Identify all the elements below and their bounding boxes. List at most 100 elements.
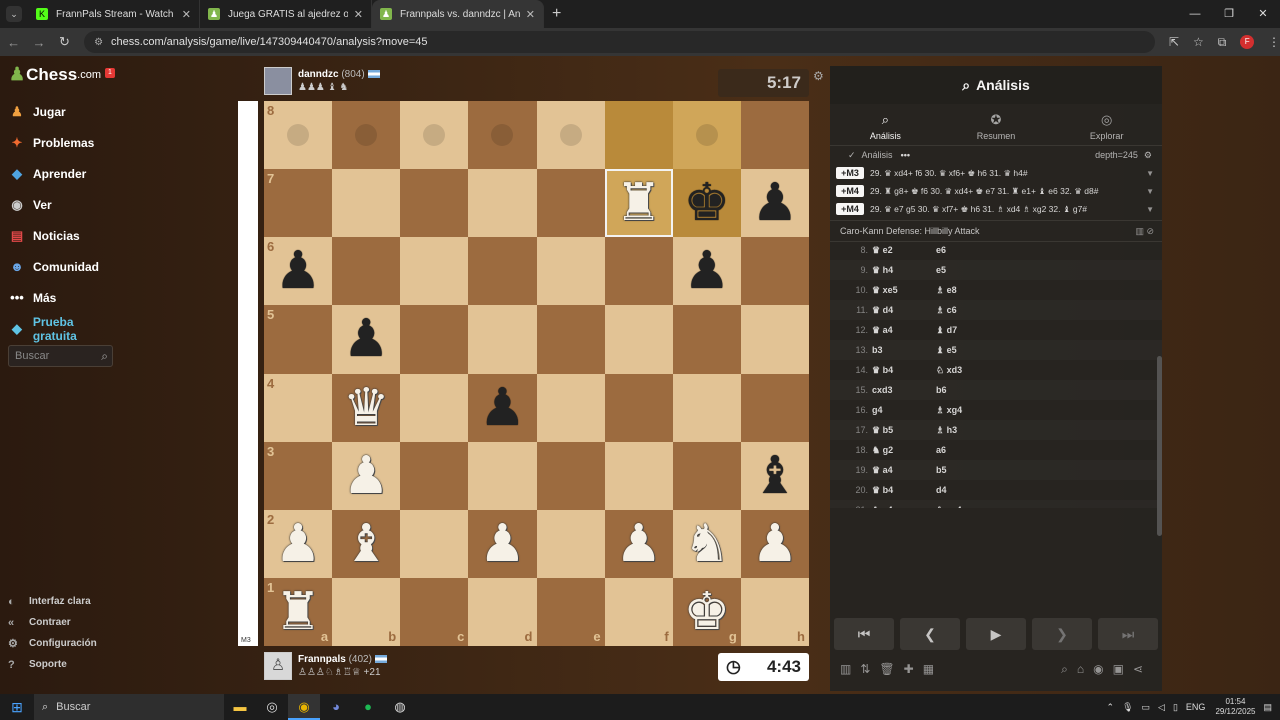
square-b2[interactable]: ♝: [332, 509, 401, 578]
chart-icon[interactable]: ▥: [840, 662, 851, 676]
square-a7[interactable]: 7: [264, 169, 333, 238]
move-hint-dot[interactable]: [355, 124, 378, 147]
square-d4[interactable]: ♟: [468, 373, 537, 442]
white-move[interactable]: g4: [872, 405, 936, 415]
clock[interactable]: 01:54 29/12/2025: [1215, 697, 1255, 717]
square-c5[interactable]: [400, 305, 469, 374]
move-hint-dot[interactable]: [695, 124, 718, 147]
chevron-up-icon[interactable]: ⌃: [1107, 702, 1115, 713]
square-g5[interactable]: [672, 305, 741, 374]
url-field[interactable]: ⚙ chess.com/analysis/game/live/147309440…: [84, 31, 1155, 53]
spotify-icon[interactable]: ●: [352, 694, 384, 720]
tab-analisis[interactable]: ⌕ Análisis: [830, 104, 941, 145]
chess-logo[interactable]: ♟ Chess .com: [9, 64, 101, 85]
square-b3[interactable]: ♟: [332, 441, 401, 510]
white-knight-icon[interactable]: ♞: [684, 518, 731, 570]
square-a6[interactable]: 6 ♟: [264, 237, 333, 306]
add-icon[interactable]: ✚: [904, 662, 914, 676]
white-move[interactable]: ♛ b4: [872, 485, 936, 496]
white-move[interactable]: ♛ h4: [872, 265, 936, 276]
white-bishop-icon[interactable]: ♝: [343, 518, 390, 570]
white-move[interactable]: ♛ a4: [872, 325, 936, 336]
square-g1[interactable]: g ♚: [672, 577, 741, 646]
install-icon[interactable]: ⇱: [1169, 35, 1179, 49]
square-e4[interactable]: [536, 373, 605, 442]
coach-icon[interactable]: ◉: [1093, 662, 1103, 676]
menu-dots-icon[interactable]: ⋮: [1268, 35, 1280, 49]
square-d8[interactable]: [468, 101, 537, 170]
chess-board[interactable]: 8 7 ♜ ♚ ♟ 6 ♟ ♟ 5 ♟ 4 ♛ ♟ 3 ♟ ♝ 2 ♟ ♝ ♟ ♟ ♞ ♟ 1 a ♜ b c d e f g ♚ h: [264, 101, 809, 646]
engine-line[interactable]: +M4 29. ♛ e7 g5 30. ♛ xf7+ ♚ h6 31. ♗ xd4…: [830, 200, 1162, 218]
white-move[interactable]: ♛ b5: [872, 425, 936, 436]
chrome-icon[interactable]: ◉: [288, 694, 320, 720]
square-h2[interactable]: ♟: [740, 509, 809, 578]
white-pawn-icon[interactable]: ♟: [343, 450, 390, 502]
square-a2[interactable]: 2 ♟: [264, 509, 333, 578]
search-icon[interactable]: ⌕: [101, 349, 108, 364]
sidebar-item-aprender[interactable]: ◆ Aprender: [0, 158, 120, 189]
square-f3[interactable]: [604, 441, 673, 510]
sidebar-search-input[interactable]: Buscar ⌕: [8, 345, 113, 367]
square-f2[interactable]: ♟: [604, 509, 673, 578]
square-h5[interactable]: [740, 305, 809, 374]
first-move-button[interactable]: ⏮: [834, 618, 894, 650]
new-tab-button[interactable]: +: [552, 5, 561, 23]
tab-explorar[interactable]: ◎ Explorar: [1051, 104, 1162, 145]
black-move[interactable]: b6: [936, 385, 1000, 395]
white-move[interactable]: ♛ b4: [872, 365, 936, 376]
square-c4[interactable]: [400, 373, 469, 442]
profile-avatar[interactable]: F: [1240, 35, 1254, 49]
square-c7[interactable]: [400, 169, 469, 238]
sidebar-item-ver[interactable]: ◉ Ver: [0, 189, 120, 220]
black-pawn-icon[interactable]: ♟: [479, 382, 526, 434]
battery-icon[interactable]: ▯: [1173, 702, 1178, 713]
square-g4[interactable]: [672, 373, 741, 442]
engine-line[interactable]: +M3 29. ♛ xd4+ f6 30. ♛ xf6+ ♚ h6 31. ♛ h…: [830, 164, 1162, 182]
square-f7[interactable]: ♜: [604, 169, 673, 238]
tab-search-button[interactable]: ⌄: [6, 6, 22, 22]
black-move[interactable]: ♗ xg4: [936, 405, 1000, 416]
square-e5[interactable]: [536, 305, 605, 374]
square-g8[interactable]: [672, 101, 741, 170]
player-name[interactable]: danndzc: [298, 69, 339, 80]
next-move-button[interactable]: ❯: [1032, 618, 1092, 650]
black-move[interactable]: ♝ e5: [936, 345, 1000, 356]
square-h8[interactable]: [740, 101, 809, 170]
file-explorer-icon[interactable]: ▬: [224, 694, 256, 720]
white-move[interactable]: cxd3: [872, 385, 936, 395]
black-move[interactable]: ♘ xe4: [936, 505, 1000, 509]
minimize-button[interactable]: —: [1178, 0, 1212, 28]
chevron-down-icon[interactable]: ▼: [1146, 205, 1154, 214]
square-d6[interactable]: [468, 237, 537, 306]
square-d7[interactable]: [468, 169, 537, 238]
square-c3[interactable]: [400, 441, 469, 510]
black-king-icon[interactable]: ♚: [684, 177, 731, 229]
browser-tab-1[interactable]: K FrannPals Stream - Watch Live ... ✕: [28, 0, 200, 28]
flip-board-icon[interactable]: ⇅: [860, 662, 870, 676]
notification-icon[interactable]: ▤: [1263, 702, 1272, 713]
sidebar-item-noticias[interactable]: ▤ Noticias: [0, 220, 120, 251]
square-h6[interactable]: [740, 237, 809, 306]
close-icon[interactable]: ✕: [182, 8, 191, 21]
white-rook-icon[interactable]: ♜: [615, 177, 662, 229]
square-b5[interactable]: ♟: [332, 305, 401, 374]
square-f1[interactable]: f: [604, 577, 673, 646]
white-move[interactable]: ♛ e2: [872, 245, 936, 256]
square-g6[interactable]: ♟: [672, 237, 741, 306]
play-button[interactable]: ▶: [966, 618, 1026, 650]
library-icon[interactable]: ⌂: [1077, 662, 1084, 676]
white-move[interactable]: ♛ xe5: [872, 285, 936, 296]
white-move[interactable]: b3: [872, 345, 936, 355]
move-list-scrollbar[interactable]: [1157, 356, 1162, 536]
close-window-button[interactable]: ✕: [1246, 0, 1280, 28]
black-move[interactable]: ♗ h3: [936, 425, 1000, 436]
black-move[interactable]: e5: [936, 265, 1000, 275]
site-info-icon[interactable]: ⚙: [94, 37, 103, 48]
white-queen-icon[interactable]: ♛: [343, 382, 390, 434]
sidebar-item-comunidad[interactable]: ☻ Comunidad: [0, 251, 120, 282]
black-move[interactable]: ♝ d7: [936, 325, 1000, 336]
reload-button[interactable]: ↻: [53, 34, 76, 50]
move-hint-dot[interactable]: [287, 124, 310, 147]
black-pawn-icon[interactable]: ♟: [752, 177, 799, 229]
square-d5[interactable]: [468, 305, 537, 374]
